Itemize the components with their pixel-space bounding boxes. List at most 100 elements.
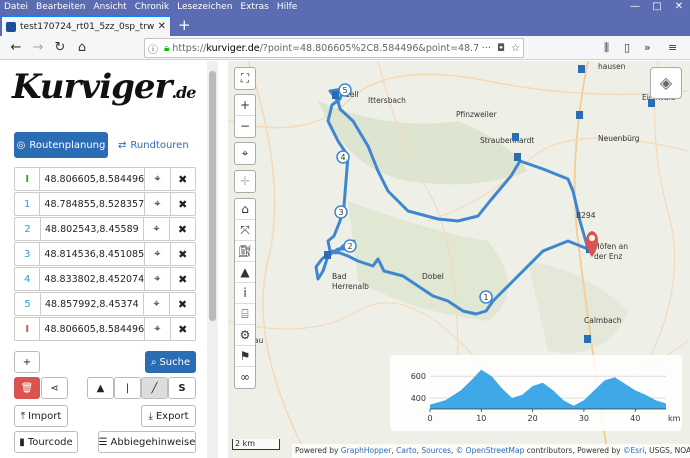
add-waypoint-button[interactable]: + [14,351,40,373]
back-icon[interactable]: ← [6,38,26,58]
fuel-station-icon[interactable] [648,99,655,107]
binoculars-icon[interactable]: ∞ [235,367,255,388]
locate-icon[interactable]: ⌖ [144,318,169,340]
attribution-link[interactable]: Sources [421,446,451,455]
museum-poi-icon[interactable]: ⌸ [235,304,255,325]
zoom-in-button[interactable]: + [235,95,255,116]
fuel-station-icon[interactable] [576,111,583,119]
fullscreen-control[interactable]: ⛶ [234,67,256,90]
overflow-icon[interactable]: » [644,38,651,58]
remove-icon[interactable]: ✖ [169,243,195,265]
menu-hilfe[interactable]: Hilfe [273,2,301,12]
info-poi-icon[interactable]: i [235,283,255,304]
menu-chronik[interactable]: Chronik [131,2,173,12]
gear-icon[interactable]: ⚙ [235,325,255,346]
map-view[interactable]: Ittersbach Pfinzweiler Straubenhardt Neu… [228,61,690,458]
import-button[interactable]: ⤒ Import [14,405,68,427]
tourcode-button[interactable]: ▮ Tourcode [14,431,78,453]
lock-icon[interactable]: 🔒︎ [161,43,172,54]
round-trips-button[interactable]: ⇄ Rundtouren [118,132,189,158]
locate-icon[interactable]: ⌖ [143,218,169,240]
sidebar-toggle-icon[interactable]: ▯ [624,38,630,58]
directions-button[interactable]: ☰ Abbiegehinweise [98,431,196,453]
close-tab-icon[interactable]: ✕ [158,21,166,32]
waypoint-input[interactable]: 48.833802,8.452074 [40,268,144,290]
locate-control[interactable]: ⌖ [234,142,256,165]
layers-button[interactable]: ◈ [650,67,682,99]
remove-icon[interactable]: ✖ [169,318,195,340]
remove-icon[interactable]: ✖ [169,168,195,190]
attribution-link[interactable]: GraphHopper [341,446,391,455]
home-poi-icon[interactable]: ⌂ [235,199,255,220]
locate-me-icon[interactable]: ⌖ [235,143,255,164]
waypoint-marker-3[interactable]: 3 [334,205,348,219]
menu-bearbeiten[interactable]: Bearbeiten [32,2,89,12]
fuel-station-icon[interactable] [324,251,331,259]
delete-route-button[interactable]: 🗑︎ [14,377,40,399]
remove-icon[interactable]: ✖ [169,268,195,290]
fuel-poi-icon[interactable]: ⛽︎ [235,241,255,262]
library-icon[interactable]: ⫼ [604,38,609,58]
waypoint-input[interactable]: 48.806605,8.584496 [40,168,144,190]
road-type-extra-curvy-button[interactable]: S [168,377,196,399]
hamburger-menu-icon[interactable]: ≡ [668,38,677,58]
route-planning-button[interactable]: ◎ Routenplanung [14,132,108,158]
pocket-icon[interactable]: ◘ [494,43,508,54]
sidebar-scrollbar[interactable] [207,61,218,458]
fuel-station-icon[interactable] [512,133,519,141]
road-type-fast-button[interactable]: ▲ [87,377,114,399]
new-tab-button[interactable]: + [178,16,191,34]
menu-ansicht[interactable]: Ansicht [89,2,130,12]
attribution-link[interactable]: ©Esri [623,446,644,455]
fuel-station-icon[interactable] [578,65,585,73]
locate-icon[interactable]: ⌖ [144,243,169,265]
waypoint-input[interactable]: 48.784855,8.528357 [40,193,144,215]
locate-icon[interactable]: ⌖ [144,168,169,190]
remove-icon[interactable]: ✖ [169,218,195,240]
waypoint-marker-2[interactable]: 2 [343,239,357,253]
maximize-icon[interactable]: □ [646,0,668,14]
compass-control[interactable]: ✛ [234,170,256,193]
attribution-link[interactable]: © OpenStreetMap [456,446,525,455]
scrollbar-thumb[interactable] [209,71,216,321]
elevation-profile[interactable]: 600 400 0 10 20 30 40 km [390,355,682,431]
locate-icon[interactable]: ⌖ [144,193,169,215]
waypoint-marker-4[interactable]: 4 [336,150,350,164]
info-icon[interactable]: ⓘ [145,41,161,56]
waypoint-input[interactable]: 48.814536,8.451085 [40,243,144,265]
page-actions-icon[interactable]: ··· [479,43,495,54]
zoom-out-button[interactable]: − [235,116,255,137]
waypoint-input[interactable]: 48.806605,8.584496 [40,318,144,340]
url-bar[interactable]: ⓘ 🔒︎ https://kurviger.de/?point=48.80660… [144,38,524,58]
active-tab[interactable]: test170724_rt01_5zz_0sp_trwp ✕ [2,15,170,36]
waypoint-marker-1[interactable]: 1 [479,290,493,304]
menu-lesezeichen[interactable]: Lesezeichen [173,2,236,12]
export-button[interactable]: ⤓ Export [141,405,196,427]
flag-icon[interactable]: ⚑ [235,346,255,367]
menu-extras[interactable]: Extras [236,2,272,12]
road-type-straight-button[interactable]: | [114,377,141,399]
minimize-icon[interactable]: — [624,0,646,14]
home-icon[interactable]: ⌂ [72,38,92,58]
locate-icon[interactable]: ⌖ [144,268,169,290]
attribution-link[interactable]: Carto [396,446,416,455]
menu-datei[interactable]: Datei [0,2,32,12]
reload-icon[interactable]: ↻ [50,38,70,58]
search-button[interactable]: ⌕ Suche [145,351,196,373]
fuel-station-icon[interactable] [584,335,591,343]
close-window-icon[interactable]: ✕ [668,0,690,14]
expand-icon[interactable]: ⤧ [235,220,255,241]
fuel-station-icon[interactable] [332,91,339,99]
mountain-poi-icon[interactable]: ▲ [235,262,255,283]
fuel-station-icon[interactable] [514,153,521,161]
waypoint-marker-5[interactable]: 5 [338,83,352,97]
bookmark-star-icon[interactable]: ☆ [508,43,523,54]
compass-icon[interactable]: ✛ [235,171,255,192]
url-text[interactable]: https://kurviger.de/?point=48.806605%2C8… [172,43,478,54]
waypoint-input[interactable]: 48.857992,8.45374 [41,293,143,315]
fullscreen-icon[interactable]: ⛶ [235,68,255,89]
waypoint-input[interactable]: 48.802543,8.45589 [41,218,143,240]
remove-icon[interactable]: ✖ [169,293,195,315]
locate-icon[interactable]: ⌖ [143,293,169,315]
remove-icon[interactable]: ✖ [169,193,195,215]
